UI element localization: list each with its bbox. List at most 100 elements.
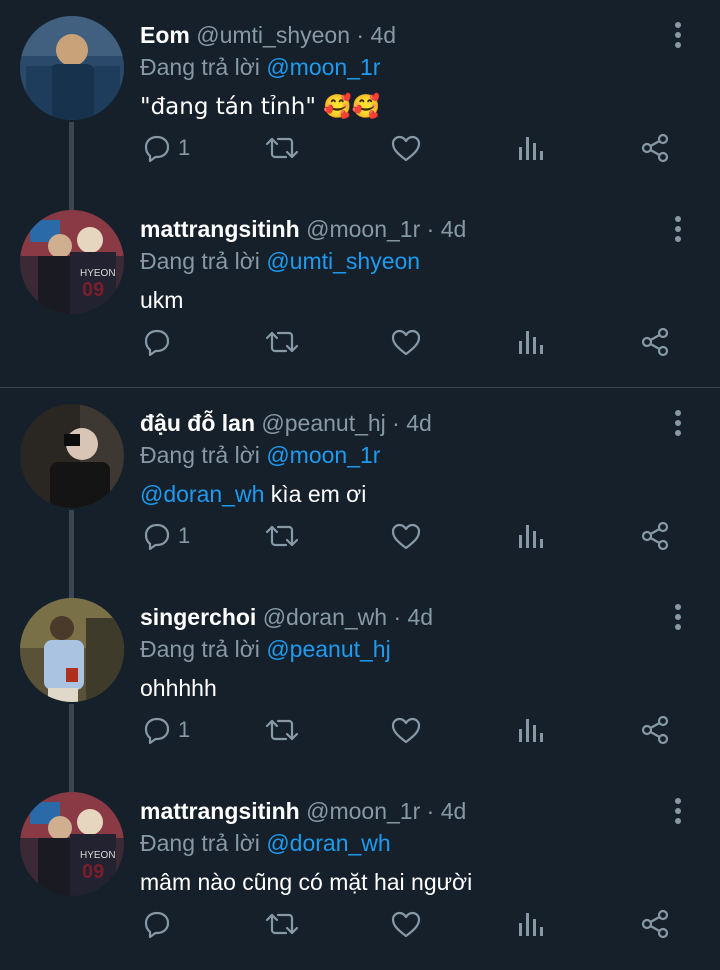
retweet-icon [265, 913, 299, 935]
retweet-icon [265, 331, 299, 353]
share-icon [641, 521, 669, 551]
user-handle[interactable]: @moon_1r [306, 216, 420, 242]
mention-link[interactable]: @doran_wh [140, 481, 264, 507]
reply-icon [144, 523, 170, 551]
more-icon[interactable] [664, 796, 692, 826]
like-button[interactable] [390, 710, 422, 750]
more-icon[interactable] [664, 602, 692, 632]
replying-label: Đang trả lời [140, 54, 260, 80]
tweet[interactable]: HYEON 09 mattrangsitinh @moon_1r · 4d Đan… [0, 776, 720, 970]
retweet-button[interactable] [264, 322, 300, 362]
retweet-button[interactable] [264, 516, 300, 556]
share-button[interactable] [640, 128, 670, 168]
share-button[interactable] [640, 710, 670, 750]
avatar[interactable] [20, 598, 124, 702]
mention-link[interactable]: @doran_wh [266, 830, 390, 856]
reply-button[interactable]: 1 [142, 710, 190, 750]
share-icon [641, 909, 669, 939]
analytics-button[interactable] [517, 128, 545, 168]
avatar[interactable] [20, 404, 124, 508]
replying-label: Đang trả lời [140, 248, 260, 274]
svg-text:HYEON: HYEON [80, 268, 116, 279]
like-button[interactable] [390, 904, 422, 944]
avatar[interactable] [20, 16, 124, 120]
mention-link[interactable]: @umti_shyeon [266, 248, 420, 274]
tweet-header: mattrangsitinh @moon_1r · 4d [140, 214, 466, 244]
tweet-actions: 1 [0, 128, 720, 168]
like-button[interactable] [390, 128, 422, 168]
replying-label: Đang trả lời [140, 442, 260, 468]
tweet-actions [0, 904, 720, 944]
reply-count: 1 [178, 135, 191, 160]
tweet-text: ohhhhh [140, 672, 217, 704]
analytics-button[interactable] [517, 322, 545, 362]
retweet-button[interactable] [264, 128, 300, 168]
tweet-text: ukm [140, 284, 183, 316]
share-icon [641, 715, 669, 745]
analytics-icon [519, 137, 543, 160]
like-button[interactable] [390, 322, 422, 362]
more-icon[interactable] [664, 214, 692, 244]
analytics-button[interactable] [517, 710, 545, 750]
like-icon [391, 523, 421, 550]
tweet[interactable]: singerchoi @doran_wh · 4d Đang trả lời @… [0, 582, 720, 776]
reply-button[interactable]: 1 [142, 128, 190, 168]
display-name[interactable]: Eom [140, 22, 190, 48]
reply-icon [144, 329, 170, 357]
user-handle[interactable]: @peanut_hj [261, 410, 385, 436]
mention-link[interactable]: @moon_1r [266, 54, 380, 80]
user-handle[interactable]: @doran_wh [263, 604, 387, 630]
more-icon[interactable] [664, 408, 692, 438]
reply-icon [144, 911, 170, 939]
share-button[interactable] [640, 322, 670, 362]
reply-button[interactable] [142, 904, 178, 944]
svg-text:09: 09 [82, 861, 104, 883]
mention-link[interactable]: @moon_1r [266, 442, 380, 468]
share-button[interactable] [640, 904, 670, 944]
share-icon [641, 327, 669, 357]
avatar[interactable]: HYEON 09 [20, 210, 124, 314]
retweet-icon [265, 525, 299, 547]
reply-button[interactable] [142, 322, 178, 362]
display-name[interactable]: singerchoi [140, 604, 256, 630]
tweet-text-content: kìa em ơi [264, 481, 367, 507]
mention-link[interactable]: @peanut_hj [266, 636, 390, 662]
retweet-icon [265, 719, 299, 741]
user-handle[interactable]: @umti_shyeon [196, 22, 350, 48]
analytics-icon [519, 331, 543, 354]
reply-button[interactable]: 1 [142, 516, 190, 556]
like-button[interactable] [390, 516, 422, 556]
timestamp[interactable]: · 4d [393, 604, 433, 630]
display-name[interactable]: mattrangsitinh [140, 798, 300, 824]
retweet-button[interactable] [264, 904, 300, 944]
tweet[interactable]: đậu đỗ lan @peanut_hj · 4d Đang trả lời … [0, 388, 720, 582]
svg-text:09: 09 [82, 279, 104, 301]
tweet-text: @doran_wh kìa em ơi [140, 478, 366, 510]
analytics-button[interactable] [517, 516, 545, 556]
analytics-button[interactable] [517, 904, 545, 944]
avatar[interactable]: HYEON 09 [20, 792, 124, 896]
retweet-button[interactable] [264, 710, 300, 750]
more-icon[interactable] [664, 20, 692, 50]
tweet-text-content: "đang tán tỉnh" 🥰🥰 [140, 94, 381, 120]
timestamp[interactable]: · 4d [356, 22, 396, 48]
timestamp[interactable]: · 4d [427, 216, 467, 242]
replying-label: Đang trả lời [140, 636, 260, 662]
user-handle[interactable]: @moon_1r [306, 798, 420, 824]
share-icon [641, 133, 669, 163]
tweet-text: mâm nào cũng có mặt hai người [140, 866, 472, 898]
timestamp[interactable]: · 4d [392, 410, 432, 436]
tweet[interactable]: HYEON 09 mattrangsitinh @moon_1r · 4d Đan… [0, 194, 720, 388]
replying-to: Đang trả lời @umti_shyeon [140, 246, 420, 276]
analytics-icon [519, 525, 543, 548]
tweet[interactable]: Eom @umti_shyeon · 4d Đang trả lời @moon… [0, 0, 720, 194]
replying-to: Đang trả lời @peanut_hj [140, 634, 391, 664]
tweet-text-content: ukm [140, 287, 184, 313]
share-button[interactable] [640, 516, 670, 556]
timestamp[interactable]: · 4d [427, 798, 467, 824]
svg-text:HYEON: HYEON [80, 850, 116, 861]
like-icon [391, 911, 421, 938]
tweet-header: đậu đỗ lan @peanut_hj · 4d [140, 408, 432, 438]
display-name[interactable]: mattrangsitinh [140, 216, 300, 242]
display-name[interactable]: đậu đỗ lan [140, 410, 255, 436]
